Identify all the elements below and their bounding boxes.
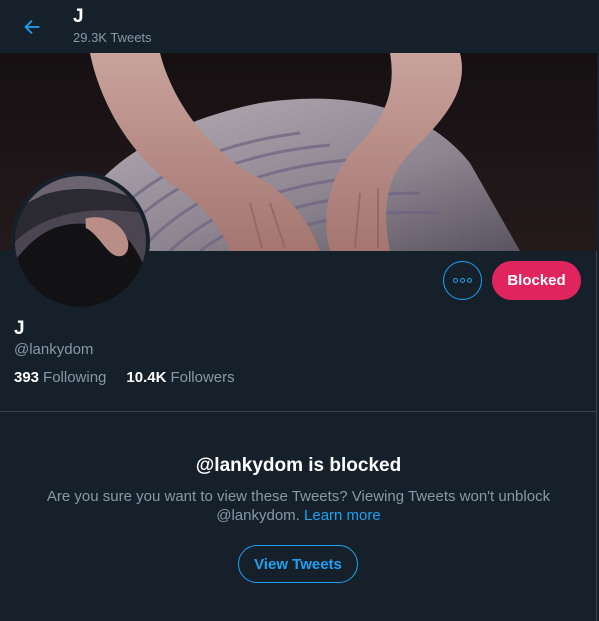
divider [0, 411, 597, 412]
follow-stats: 393 Following 10.4K Followers [14, 368, 255, 388]
blocked-button[interactable]: Blocked [492, 261, 581, 300]
more-horizontal-icon [453, 278, 472, 283]
profile-header: J 29.3K Tweets [0, 0, 597, 53]
arrow-left-icon [23, 19, 39, 34]
followers-label: Followers [170, 369, 235, 386]
header-title: J [73, 6, 84, 27]
profile-page: J 29.3K Tweets Blocked J @lankydom 393 F… [0, 0, 597, 621]
blocked-message-line1: Are you sure you want to view these Twee… [46, 488, 551, 505]
blocked-title: @lankydom is blocked [195, 455, 402, 476]
blocked-message: Are you sure you want to view these Twee… [40, 487, 557, 525]
avatar[interactable] [11, 172, 150, 311]
user-handle: @lankydom [14, 341, 94, 358]
blocked-message-line2: @lankydom. [216, 507, 300, 524]
back-button[interactable] [12, 7, 51, 46]
followers-link[interactable]: 10.4K Followers [126, 368, 234, 388]
view-tweets-button[interactable]: View Tweets [238, 545, 358, 583]
display-name: J [14, 318, 25, 339]
following-link[interactable]: 393 Following [14, 368, 106, 388]
following-label: Following [43, 369, 107, 386]
tweet-count: 29.3K Tweets [73, 30, 152, 45]
learn-more-link[interactable]: Learn more [304, 507, 381, 524]
more-options-button[interactable] [443, 261, 482, 300]
following-count: 393 [14, 369, 40, 386]
followers-count: 10.4K [126, 369, 167, 386]
